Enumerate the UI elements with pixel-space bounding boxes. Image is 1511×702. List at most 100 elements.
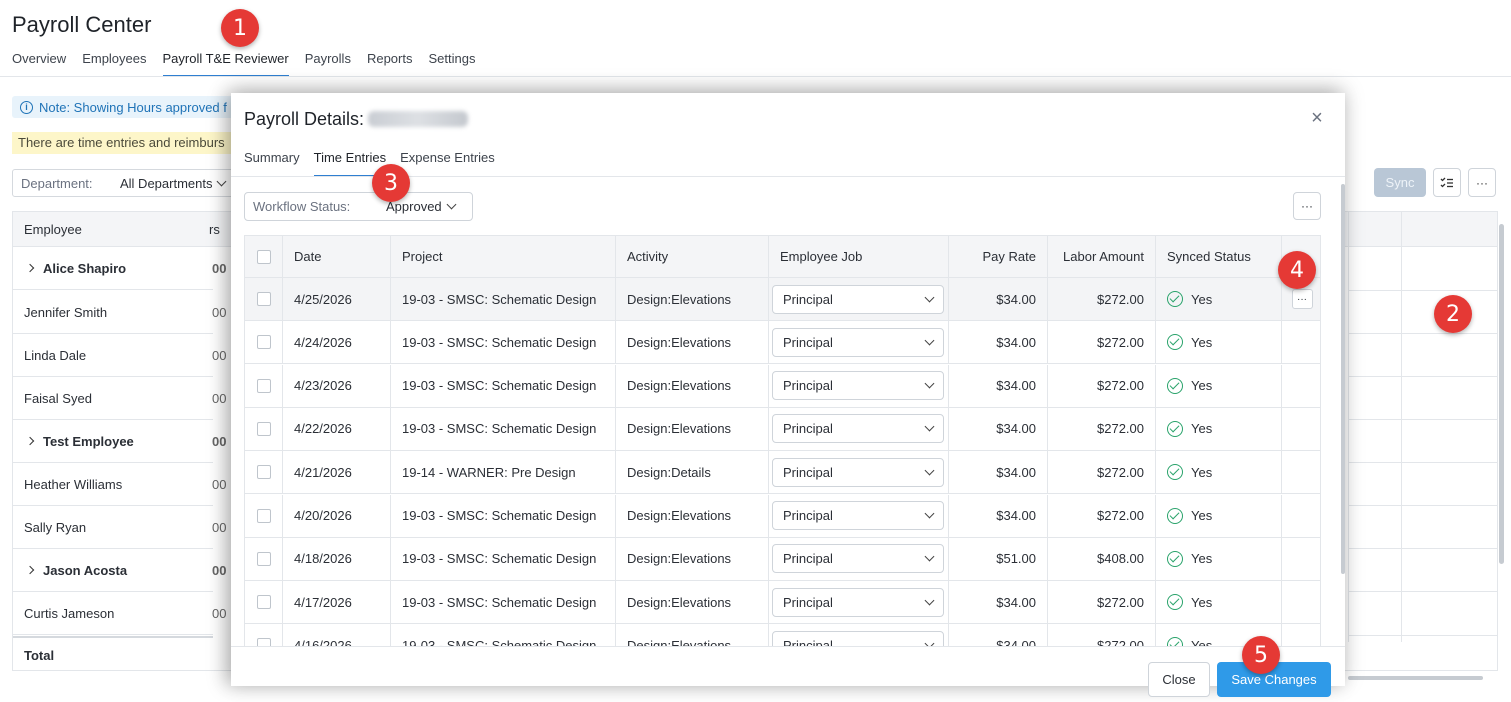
employee-name: Sally Ryan: [24, 519, 87, 535]
cell-actions: [1281, 321, 1320, 364]
tab-overview[interactable]: Overview: [12, 50, 66, 77]
toolbar-more-button[interactable]: ···: [1468, 168, 1496, 197]
row-checkbox[interactable]: [256, 292, 271, 306]
modal-vertical-scrollbar[interactable]: [1341, 184, 1345, 574]
row-divider: [1348, 419, 1498, 420]
row-checkbox[interactable]: [256, 551, 271, 566]
employee-row-curtis-jameson[interactable]: Curtis Jameson 00: [13, 592, 226, 635]
column-chooser-button[interactable]: [1433, 168, 1461, 197]
employee-job-value: Principal: [783, 291, 833, 307]
chevron-right-icon[interactable]: [25, 565, 35, 575]
cell-synced-status: Yes: [1155, 581, 1281, 624]
close-icon[interactable]: ×: [1308, 108, 1326, 128]
time-entry-row[interactable]: 4/24/2026 19-03 - SMSC: Schematic Design D…: [245, 321, 1320, 365]
tab-payrolls[interactable]: Payrolls: [305, 50, 351, 77]
cell-pay-rate: $34.00: [948, 451, 1047, 494]
tab-settings[interactable]: Settings: [428, 50, 475, 77]
cell-project: 19-03 - SMSC: Schematic Design: [390, 537, 615, 580]
chevron-right-icon[interactable]: [25, 436, 35, 446]
tabs-divider: [0, 76, 1511, 77]
chevron-down-icon: [924, 378, 935, 389]
cell-employee-job: Principal: [768, 581, 948, 624]
time-entry-row[interactable]: 4/23/2026 19-03 - SMSC: Schematic Design D…: [245, 364, 1320, 408]
row-divider: [1348, 591, 1498, 592]
employee-row-faisal-syed[interactable]: Faisal Syed 00: [13, 377, 226, 420]
department-value: All Departments: [120, 175, 213, 191]
header-synced-status[interactable]: Synced Status: [1155, 236, 1281, 277]
time-entry-row[interactable]: 4/25/2026 19-03 - SMSC: Schematic Design D…: [245, 278, 1320, 321]
employee-job-select[interactable]: Principal: [772, 501, 944, 530]
employee-job-select[interactable]: Principal: [772, 457, 944, 487]
employee-job-select[interactable]: Principal: [772, 371, 944, 401]
cell-activity: Design:Elevations: [615, 581, 768, 624]
tab-summary[interactable]: Summary: [244, 150, 300, 177]
header-labor-amount[interactable]: Labor Amount: [1047, 236, 1155, 277]
chevron-right-icon[interactable]: [25, 263, 35, 273]
department-filter[interactable]: Department: All Departments: [12, 169, 240, 197]
checklist-icon: [1440, 177, 1453, 187]
header-project[interactable]: Project: [390, 236, 615, 277]
employee-job-select[interactable]: Principal: [772, 414, 944, 444]
row-checkbox[interactable]: [256, 378, 271, 393]
employee-hours-partial: 00: [212, 605, 227, 621]
row-divider: [1348, 290, 1498, 291]
row-checkbox[interactable]: [256, 508, 271, 523]
time-entry-row[interactable]: 4/20/2026 19-03 - SMSC: Schematic Design D…: [245, 494, 1320, 538]
employee-job-value: Principal: [783, 551, 833, 567]
cell-employee-job: Principal: [768, 451, 948, 494]
employee-job-select[interactable]: Principal: [772, 284, 944, 314]
chevron-down-icon: [924, 595, 935, 606]
close-button[interactable]: Close: [1148, 662, 1210, 697]
employee-job-select[interactable]: Principal: [772, 544, 944, 574]
chevron-down-icon: [217, 176, 227, 186]
time-entries-grid: Date Project Activity Employee Job Pay R…: [244, 235, 1321, 647]
horizontal-scrollbar[interactable]: [1348, 676, 1483, 680]
employee-row-sally-ryan[interactable]: Sally Ryan 00: [13, 506, 226, 549]
employee-row-linda-dale[interactable]: Linda Dale 00: [13, 334, 226, 377]
header-pay-rate[interactable]: Pay Rate: [948, 236, 1047, 277]
info-note: i Note: Showing Hours approved f: [12, 96, 242, 118]
cell-project: 19-03 - SMSC: Schematic Design: [390, 321, 615, 364]
select-all-checkbox[interactable]: [256, 249, 271, 264]
header-employee-job[interactable]: Employee Job: [768, 236, 948, 277]
header-hours-partial: rs: [209, 222, 220, 237]
cell-labor-amount: $272.00: [1047, 624, 1155, 647]
header-date[interactable]: Date: [282, 236, 390, 277]
employee-row-test-employee[interactable]: Test Employee 00: [13, 420, 226, 463]
tab-expense-entries[interactable]: Expense Entries: [400, 150, 495, 177]
employee-row-alice-shapiro[interactable]: Alice Shapiro 00: [13, 247, 226, 290]
vertical-scrollbar[interactable]: [1499, 224, 1504, 564]
grid-more-button[interactable]: ···: [1293, 192, 1321, 220]
row-checkbox[interactable]: [256, 421, 271, 436]
employee-row-jason-acosta[interactable]: Jason Acosta 00: [13, 549, 226, 592]
time-entry-row[interactable]: 4/22/2026 19-03 - SMSC: Schematic Design D…: [245, 407, 1320, 451]
tab-payroll-te-reviewer[interactable]: Payroll T&E Reviewer: [162, 50, 289, 77]
cell-employee-job: Principal: [768, 494, 948, 537]
row-checkbox[interactable]: [256, 595, 271, 610]
employee-row-heather-williams[interactable]: Heather Williams 00: [13, 463, 226, 506]
employee-job-value: Principal: [783, 594, 833, 610]
row-checkbox[interactable]: [256, 335, 271, 350]
time-entry-row[interactable]: 4/16/2026 19-03 - SMSC: Schematic Design D…: [245, 624, 1320, 647]
employee-job-select[interactable]: Principal: [772, 327, 944, 357]
cell-activity: Design:Elevations: [615, 537, 768, 580]
cell-actions: [1281, 451, 1320, 494]
sync-button[interactable]: Sync: [1374, 168, 1426, 197]
employee-job-select[interactable]: Principal: [772, 587, 944, 617]
tab-reports[interactable]: Reports: [367, 50, 413, 77]
header-employee: Employee: [24, 222, 82, 237]
employee-hours-partial: 00: [212, 260, 227, 276]
row-more-button[interactable]: ···: [1291, 289, 1313, 309]
callout-2: 2: [1434, 295, 1472, 333]
header-activity[interactable]: Activity: [615, 236, 768, 277]
employee-row-jennifer-smith[interactable]: Jennifer Smith 00: [13, 291, 226, 334]
workflow-status-filter[interactable]: Workflow Status: Approved: [244, 192, 473, 221]
time-entry-row[interactable]: 4/18/2026 19-03 - SMSC: Schematic Design D…: [245, 537, 1320, 581]
time-entry-row[interactable]: 4/21/2026 19-14 - WARNER: Pre Design Desig…: [245, 451, 1320, 495]
callout-4: 4: [1278, 251, 1316, 289]
employee-job-select[interactable]: Principal: [772, 630, 944, 647]
tab-employees[interactable]: Employees: [82, 50, 146, 77]
row-checkbox[interactable]: [256, 465, 271, 480]
time-entry-row[interactable]: 4/17/2026 19-03 - SMSC: Schematic Design D…: [245, 581, 1320, 625]
chevron-down-icon: [446, 199, 457, 210]
